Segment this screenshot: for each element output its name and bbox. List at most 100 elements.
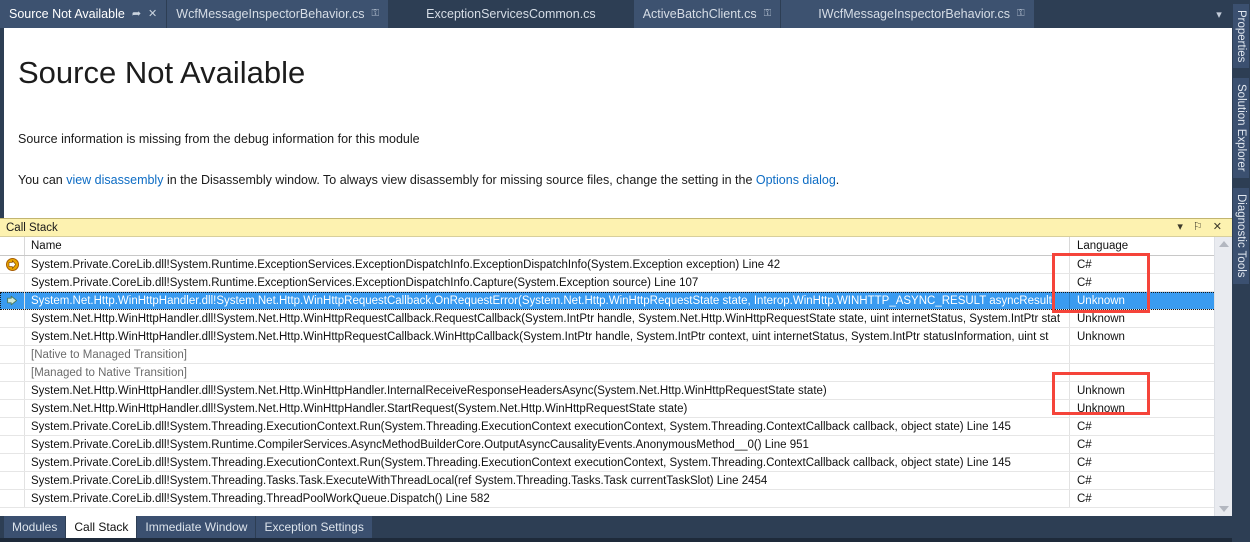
call-stack-panel: Call Stack ▾ ⚐ ✕ Name Language System.Pr… [0,218,1232,516]
dock-tab-diagnostic-tools[interactable]: Diagnostic Tools [1233,188,1249,284]
call-stack-frame-language: Unknown [1070,292,1215,309]
call-stack-grid: Name Language System.Private.CoreLib.dll… [0,237,1232,516]
call-stack-frame-name: System.Net.Http.WinHttpHandler.dll!Syste… [25,292,1070,309]
document-tab-activebatchclient[interactable]: ActiveBatchClient.cs ⚿ [634,0,782,28]
document-tab-label: ActiveBatchClient.cs [642,7,757,21]
right-tool-window-dock: Properties Solution Explorer Diagnostic … [1232,0,1250,542]
table-row[interactable]: [Managed to Native Transition] [0,364,1232,382]
scroll-down-arrow-icon[interactable] [1218,506,1229,512]
call-stack-frame-language: C# [1070,454,1215,471]
pin-icon[interactable]: ⚐ [1193,222,1203,233]
call-stack-vertical-scrollbar[interactable] [1214,237,1232,516]
call-stack-frame-language [1070,364,1215,381]
call-stack-frame-language: C# [1070,418,1215,435]
tab-label: Immediate Window [145,520,248,534]
tab-immediate-window[interactable]: Immediate Window [137,516,256,538]
tab-label: Call Stack [74,520,129,534]
dock-tab-solution-explorer[interactable]: Solution Explorer [1233,78,1249,178]
call-stack-frame-name: System.Net.Http.WinHttpHandler.dll!Syste… [25,400,1070,417]
dock-tab-properties[interactable]: Properties [1233,4,1249,69]
tab-call-stack[interactable]: Call Stack [66,516,137,538]
call-stack-frame-language: Unknown [1070,310,1215,327]
debug-window-tab-strip: Modules Call Stack Immediate Window Exce… [0,516,1232,538]
lock-icon: ⚿ [763,8,772,19]
pin-icon[interactable]: ➦ [132,8,141,20]
document-tab-strip: Source Not Available ➦ ✕ WcfMessageInspe… [0,0,1232,28]
document-tab-label: Source Not Available [9,7,125,21]
gutter-column-header [0,237,25,255]
row-gutter [0,346,25,363]
table-row[interactable]: System.Private.CoreLib.dll!System.Thread… [0,472,1232,490]
call-stack-frame-name: System.Net.Http.WinHttpHandler.dll!Syste… [25,328,1070,345]
table-row[interactable]: System.Net.Http.WinHttpHandler.dll!Syste… [0,382,1232,400]
document-tab-source-not-available[interactable]: Source Not Available ➦ ✕ [0,0,168,28]
call-stack-frame-language: C# [1070,274,1215,291]
call-stack-frame-name: [Managed to Native Transition] [25,364,1070,381]
current-statement-arrow-icon [0,256,25,273]
tab-label: Exception Settings [264,520,364,534]
document-tab-group-right: ActiveBatchClient.cs ⚿ IWcfMessageInspec… [633,0,1035,28]
tab-modules[interactable]: Modules [4,516,66,538]
row-gutter [0,490,25,507]
call-stack-frame-name: System.Private.CoreLib.dll!System.Thread… [25,454,1070,471]
call-stack-frame-name: System.Private.CoreLib.dll!System.Runtim… [25,274,1070,291]
visual-studio-window: Source Not Available ➦ ✕ WcfMessageInspe… [0,0,1250,542]
table-row[interactable]: System.Private.CoreLib.dll!System.Runtim… [0,256,1232,274]
table-row[interactable]: System.Net.Http.WinHttpHandler.dll!Syste… [0,328,1232,346]
call-stack-frame-name: System.Private.CoreLib.dll!System.Thread… [25,472,1070,489]
close-icon[interactable]: ✕ [1213,222,1222,233]
table-row[interactable]: [Native to Managed Transition] [0,346,1232,364]
row-gutter [0,310,25,327]
call-stack-frame-name: System.Private.CoreLib.dll!System.Runtim… [25,256,1070,273]
call-stack-panel-title: Call Stack [6,221,58,234]
document-tab-label: IWcfMessageInspectorBehavior.cs [818,7,1010,21]
call-stack-frame-language: C# [1070,256,1215,273]
row-gutter [0,454,25,471]
close-icon[interactable]: ✕ [148,8,157,20]
document-tab-label: WcfMessageInspectorBehavior.cs [176,7,365,21]
chevron-down-icon[interactable]: ▾ [1177,222,1183,233]
document-tab-label: ExceptionServicesCommon.cs [426,7,596,21]
table-row[interactable]: System.Private.CoreLib.dll!System.Thread… [0,418,1232,436]
call-stack-frame-name: System.Private.CoreLib.dll!System.Thread… [25,490,1070,507]
paragraph-text-after: . [835,173,840,188]
call-stack-frame-name: System.Private.CoreLib.dll!System.Runtim… [25,436,1070,453]
paragraph-text-middle: in the Disassembly window. To always vie… [163,173,756,188]
row-gutter [0,400,25,417]
view-disassembly-link[interactable]: view disassembly [66,173,163,187]
tab-label: Modules [12,520,58,534]
column-header-name[interactable]: Name [25,237,1070,255]
column-header-language[interactable]: Language [1070,237,1215,255]
tab-exception-settings[interactable]: Exception Settings [256,516,372,538]
paragraph-text-before: You can [18,173,67,188]
document-tab-iwcfmessageinspectorbehavior[interactable]: IWcfMessageInspectorBehavior.cs ⚿ [809,0,1035,28]
table-row[interactable]: System.Private.CoreLib.dll!System.Thread… [0,454,1232,472]
call-stack-frame-language: C# [1070,436,1215,453]
call-stack-frame-name: System.Net.Http.WinHttpHandler.dll!Syste… [25,382,1070,399]
call-stack-frame-name: [Native to Managed Transition] [25,346,1070,363]
table-row[interactable]: System.Net.Http.WinHttpHandler.dll!Syste… [0,400,1232,418]
page-title: Source Not Available [18,55,306,90]
stack-frame-arrow-icon [0,292,25,309]
call-stack-frame-language: C# [1070,490,1215,507]
document-tab-group: Source Not Available ➦ ✕ WcfMessageInspe… [0,0,390,28]
table-row[interactable]: System.Private.CoreLib.dll!System.Thread… [0,490,1232,508]
call-stack-frame-language: Unknown [1070,382,1215,399]
row-gutter [0,418,25,435]
lock-icon: ⚿ [371,8,380,19]
table-row[interactable]: System.Net.Http.WinHttpHandler.dll!Syste… [0,292,1232,310]
row-gutter [0,436,25,453]
tab-overflow-chevron-down-icon[interactable]: ▾ [1206,0,1232,28]
row-gutter [0,472,25,489]
table-row[interactable]: System.Private.CoreLib.dll!System.Runtim… [0,274,1232,292]
document-tab-wcfmessageinspectorbehavior[interactable]: WcfMessageInspectorBehavior.cs ⚿ [167,0,390,28]
table-row[interactable]: System.Net.Http.WinHttpHandler.dll!Syste… [0,310,1232,328]
options-dialog-link[interactable]: Options dialog [756,173,836,187]
scroll-up-arrow-icon[interactable] [1218,241,1229,247]
row-gutter [0,328,25,345]
table-row[interactable]: System.Private.CoreLib.dll!System.Runtim… [0,436,1232,454]
document-tab-exceptionservicescommon[interactable]: ExceptionServicesCommon.cs [417,0,606,28]
source-not-available-document: Source Not Available Source information … [0,28,1232,218]
row-gutter [0,364,25,381]
row-gutter [0,382,25,399]
